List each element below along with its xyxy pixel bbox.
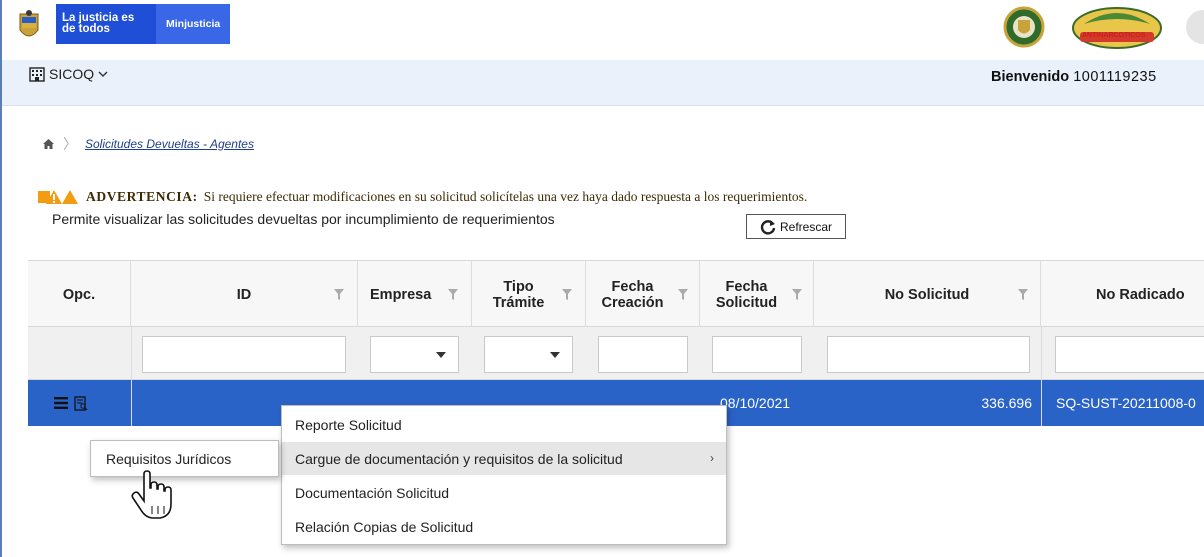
menu-item-reporte-solicitud[interactable]: Reporte Solicitud — [282, 408, 726, 441]
col-header-empresa[interactable]: Empresa — [358, 261, 472, 328]
col-fecha-creacion-label: Fecha Creación — [601, 278, 664, 311]
hand-pointer-cursor-icon — [131, 470, 172, 519]
menu-item-cargue-documentacion[interactable]: Cargue de documentación y requisitos de … — [282, 442, 726, 475]
warning-title: ADVERTENCIA: — [86, 189, 198, 204]
welcome-label: Bienvenido — [991, 69, 1070, 85]
col-no-solicitud-label: No Solicitud — [884, 286, 970, 303]
antinarcoticos-label: ANTINARCOTICOS — [1082, 32, 1146, 39]
brand-sub-label: Minjusticia — [156, 4, 231, 44]
document-search-icon[interactable] — [74, 395, 88, 411]
antinarcoticos-logo-icon — [1072, 7, 1162, 49]
row-no-solicitud: 336.696 — [981, 395, 1032, 411]
filter-funnel-icon[interactable] — [792, 289, 802, 300]
refresh-icon — [760, 219, 776, 234]
app-selector-dropdown[interactable]: SICOQ — [29, 66, 108, 82]
menu-item-cargue-label: Cargue de documentación y requisitos de … — [295, 450, 623, 467]
chevron-down-icon — [98, 71, 108, 77]
user-id: 1001119235 — [1073, 69, 1157, 85]
col-header-opc: Opc. — [28, 261, 131, 328]
breadcrumb: 〉 Solicitudes Devueltas - Agentes — [42, 134, 254, 154]
menu-item-documentacion-solicitud[interactable]: Documentación Solicitud — [282, 476, 726, 509]
submenu-item-requisitos-juridicos[interactable]: Requisitos Jurídicos — [90, 440, 279, 477]
col-header-id[interactable]: ID — [131, 261, 358, 328]
breadcrumb-current-link[interactable]: Solicitudes Devueltas - Agentes — [85, 137, 254, 151]
warning-icon — [38, 190, 78, 204]
col-header-no-solicitud[interactable]: No Solicitud — [814, 261, 1041, 328]
brand-main-label: La justicia es de todos — [62, 12, 135, 35]
filter-id-input[interactable] — [142, 336, 346, 373]
filter-funnel-icon[interactable] — [1018, 289, 1028, 300]
filter-funnel-icon[interactable] — [678, 289, 688, 300]
filter-funnel-icon[interactable] — [334, 289, 344, 300]
app-name: SICOQ — [49, 66, 95, 82]
welcome-text: Bienvenido 1001119235 — [991, 69, 1157, 85]
page-subtitle: Permite visualizar las solicitudes devue… — [52, 211, 555, 227]
filter-no-radicado-input[interactable] — [1055, 336, 1204, 373]
brand-banner[interactable]: La justicia es de todos Minjusticia — [56, 4, 231, 44]
table-header-row: Opc. ID Empresa Tipo Trámite Fecha Creac… — [28, 260, 1204, 328]
row-options-cell — [54, 380, 88, 426]
filter-funnel-icon[interactable] — [562, 289, 572, 300]
colombia-crest-icon — [19, 10, 39, 37]
home-icon[interactable] — [42, 138, 55, 150]
col-fecha-solicitud-label: Fecha Solicitud — [715, 278, 778, 311]
filter-empresa-select[interactable] — [370, 336, 459, 373]
filter-no-solicitud-input[interactable] — [827, 336, 1030, 373]
warning-text: Si requiere efectuar modificaciones en s… — [203, 189, 808, 204]
column-divider — [1041, 327, 1042, 426]
context-menu: Reporte Solicitud Cargue de documentació… — [281, 405, 727, 545]
filter-tipo-select[interactable] — [484, 336, 573, 373]
col-header-fecha-creacion[interactable]: Fecha Creación — [586, 261, 700, 328]
filter-funnel-icon[interactable] — [448, 289, 458, 300]
police-emblem-icon — [1003, 6, 1045, 48]
col-empresa-label: Empresa — [370, 286, 432, 303]
col-header-tipo[interactable]: Tipo Trámite — [472, 261, 586, 328]
menu-item-relacion-copias[interactable]: Relación Copias de Solicitud — [282, 510, 726, 543]
chevron-right-icon: › — [710, 451, 714, 465]
col-tipo-label: Tipo Trámite — [492, 278, 545, 311]
col-no-radicado-label: No Radicado — [1096, 286, 1185, 303]
breadcrumb-separator: 〉 — [63, 136, 77, 152]
table-filter-row — [28, 327, 1204, 380]
warning-banner: ADVERTENCIA: Si requiere efectuar modifi… — [38, 189, 807, 205]
col-header-no-radicado[interactable]: No Radicado — [1041, 261, 1204, 328]
col-opc-label: Opc. — [62, 286, 96, 303]
refresh-button[interactable]: Refrescar — [746, 214, 846, 239]
col-id-label: ID — [236, 286, 252, 303]
col-header-fecha-solicitud[interactable]: Fecha Solicitud — [700, 261, 814, 328]
row-no-radicado: SQ-SUST-20211008-0 — [1056, 395, 1196, 411]
building-icon — [29, 66, 45, 82]
filter-fecha-creacion-input[interactable] — [598, 336, 688, 373]
hamburger-menu-icon[interactable] — [54, 397, 68, 409]
column-divider — [131, 327, 132, 426]
filter-fecha-solicitud-input[interactable] — [712, 336, 802, 373]
row-fecha-solicitud: 08/10/2021 — [720, 395, 791, 411]
refresh-label: Refrescar — [779, 219, 832, 234]
